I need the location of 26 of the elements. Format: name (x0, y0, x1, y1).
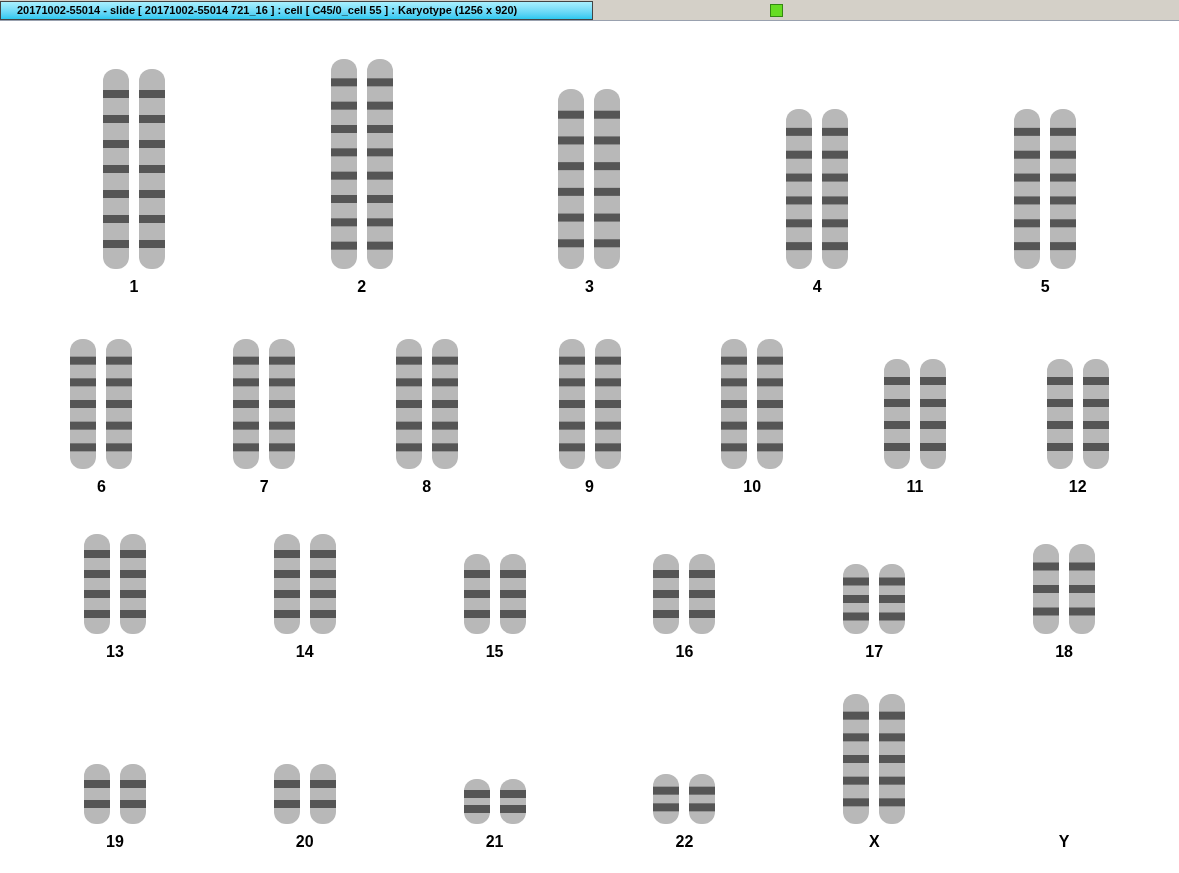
chromosome-label: 6 (96, 477, 106, 497)
chromosome-label: 21 (485, 832, 504, 852)
chromosome-label: 12 (1068, 477, 1087, 497)
chromosome-label: 3 (585, 277, 594, 297)
chromosome-label: 10 (743, 477, 762, 497)
chromosome-label: 22 (675, 832, 694, 852)
chromosome-label: 4 (812, 277, 822, 297)
chromosome-label: 16 (675, 642, 694, 662)
chromosome-label: 5 (1040, 277, 1050, 297)
chromosome-label: 8 (422, 477, 432, 497)
chromosome-label: 13 (106, 642, 124, 662)
chromosome-label: 2 (357, 277, 367, 297)
chromosome-label: 20 (295, 832, 314, 852)
chromosome-label: 11 (906, 477, 924, 497)
chromosome-label: 14 (295, 642, 314, 662)
chromosome-label: Y (1058, 832, 1070, 852)
window-title: 20171002-55014 - slide [ 20171002-55014 721_16 ] : cell [ C45/0_cell 55 ] : Karyotype (1256 x 920) (0, 0, 593, 20)
chromosome-label: X (868, 832, 880, 852)
chromosome-label: 7 (259, 477, 269, 497)
chromosome-label: 18 (1055, 642, 1073, 662)
chromosome-label: 19 (106, 832, 124, 852)
chromosome-label: 9 (585, 477, 594, 497)
status-indicator (770, 3, 783, 17)
chromosome-label: 15 (485, 642, 504, 662)
chromosome-label: 17 (865, 642, 884, 662)
chromosome-label: 1 (129, 277, 139, 297)
